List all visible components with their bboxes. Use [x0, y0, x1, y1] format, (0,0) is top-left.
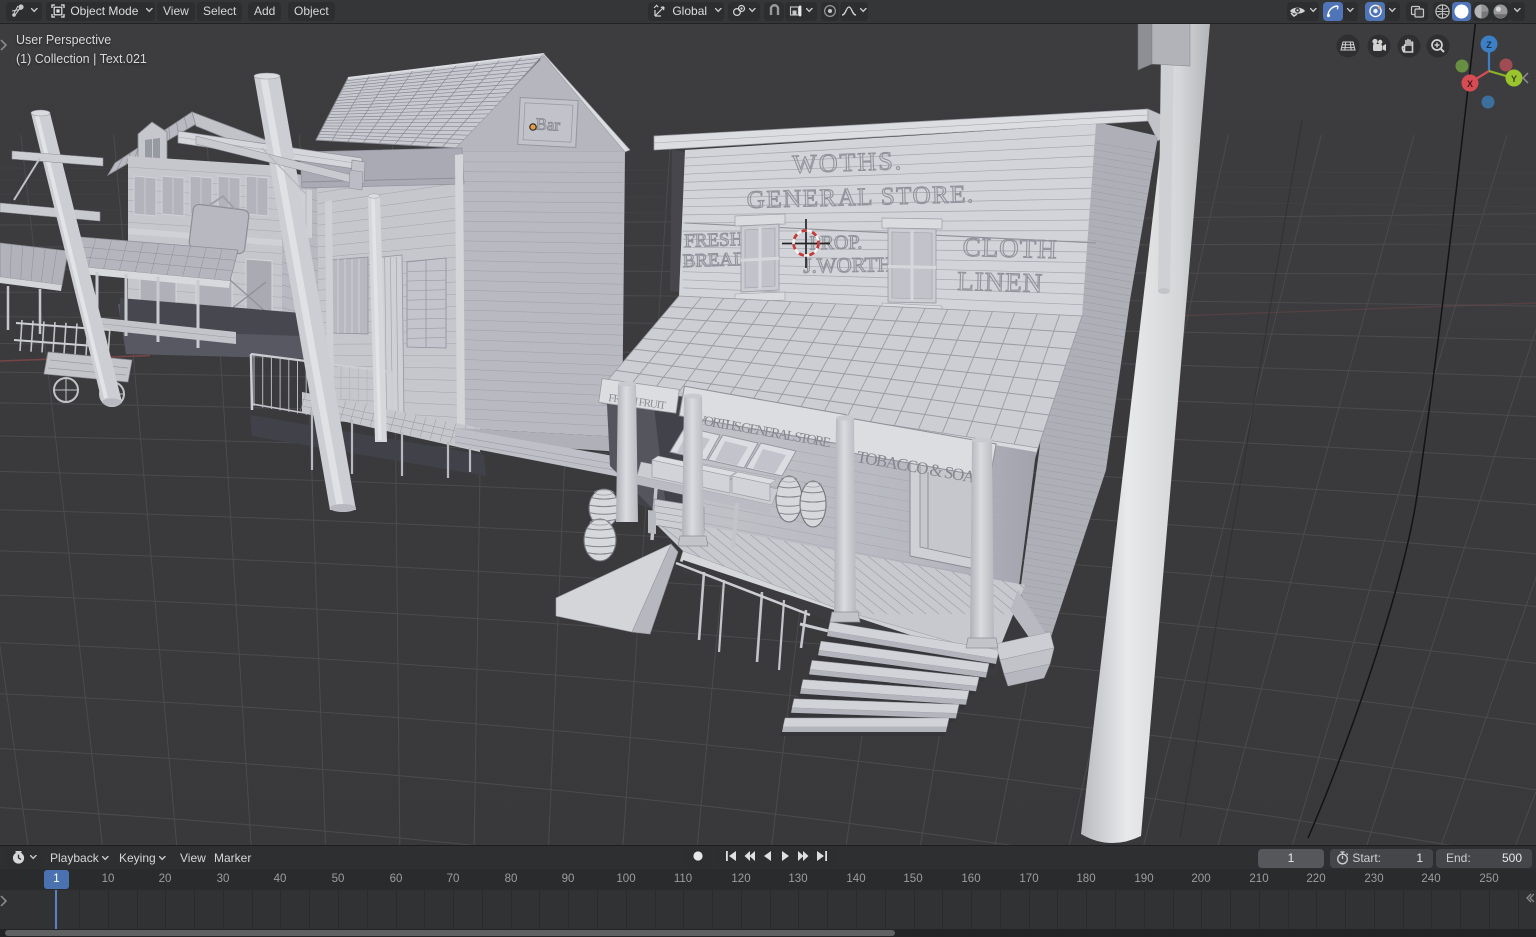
svg-text:BREAD: BREAD: [682, 249, 747, 272]
svg-text:X: X: [1467, 79, 1473, 89]
svg-text:Y: Y: [1511, 74, 1517, 84]
svg-text:LINEN: LINEN: [957, 266, 1044, 298]
svg-text:Bar: Bar: [535, 114, 561, 134]
svg-text:WOTHS.: WOTHS.: [792, 146, 904, 179]
svg-text:CLOTH: CLOTH: [962, 232, 1058, 264]
svg-text:J.WORTH: J.WORTH: [803, 252, 893, 278]
svg-text:Z: Z: [1486, 40, 1492, 50]
